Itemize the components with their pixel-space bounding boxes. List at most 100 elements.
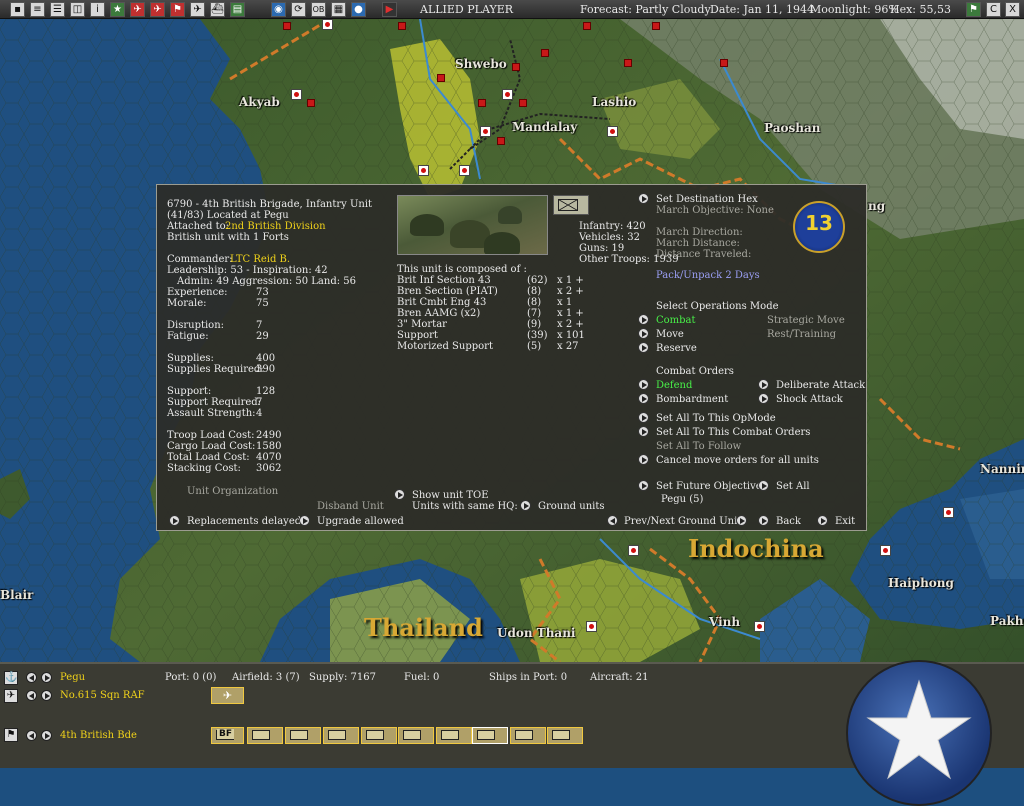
pause-icon[interactable]: ● <box>351 2 366 17</box>
next-base-arrow-icon[interactable] <box>41 672 52 683</box>
exit-button[interactable]: Exit <box>835 516 855 527</box>
set-destination-button[interactable]: Set Destination Hex <box>656 194 758 205</box>
composition-item[interactable]: Motorized Support <box>397 341 493 352</box>
intel-icon[interactable]: ◫ <box>70 2 85 17</box>
base-marker[interactable] <box>607 126 618 137</box>
air-unit-counter-icon[interactable]: ✈ <box>211 687 244 704</box>
map-label-paoshan[interactable]: Paoshan <box>764 121 820 135</box>
ground-units-button[interactable]: Ground units <box>538 501 604 512</box>
unit-marker[interactable] <box>624 59 632 67</box>
base-marker[interactable] <box>502 89 513 100</box>
base-marker[interactable] <box>943 507 954 518</box>
set-all-combat-orders-button[interactable]: Set All To This Combat Orders <box>656 427 810 438</box>
set-future-objective-button[interactable]: Set Future Objective <box>656 481 762 492</box>
next-unit-arrow-icon[interactable] <box>736 515 747 526</box>
air-unit-name[interactable]: No.615 Sqn RAF <box>60 690 145 701</box>
map-label-akyab[interactable]: Akyab <box>239 95 280 109</box>
unit-marker[interactable] <box>283 22 291 30</box>
combat-mode-arrow-icon[interactable] <box>638 314 649 325</box>
upgrade-toggle[interactable]: Upgrade allowed <box>317 516 404 527</box>
move-mode-arrow-icon[interactable] <box>638 328 649 339</box>
aircraft-icon[interactable]: ✈ <box>4 689 18 703</box>
fleet-icon[interactable]: ✈ <box>150 2 165 17</box>
ground-unit-name[interactable]: 4th British Bde <box>60 730 137 741</box>
show-toe-arrow-icon[interactable] <box>394 489 405 500</box>
composition-item[interactable]: 3" Mortar <box>397 319 447 330</box>
unit-marker[interactable] <box>519 99 527 107</box>
unit-marker[interactable] <box>720 59 728 67</box>
defend-arrow-icon[interactable] <box>638 379 649 390</box>
base-name[interactable]: Pegu <box>60 672 85 683</box>
order-shock-attack[interactable]: Shock Attack <box>776 394 843 405</box>
base-marker[interactable] <box>480 126 491 137</box>
destination-arrow-icon[interactable] <box>638 193 649 204</box>
prev-next-unit-button[interactable]: Prev/Next Ground Unit <box>624 516 741 527</box>
reserve-mode-arrow-icon[interactable] <box>638 342 649 353</box>
base-marker[interactable] <box>754 621 765 632</box>
show-toe-button[interactable]: Show unit TOE <box>412 490 489 501</box>
unit-counter[interactable] <box>436 727 472 744</box>
map-label-lashio[interactable]: Lashio <box>592 95 636 109</box>
plane-icon[interactable]: ✈ <box>190 2 205 17</box>
prev-air-unit-arrow-icon[interactable] <box>26 690 37 701</box>
cancel-move-arrow-icon[interactable] <box>638 454 649 465</box>
replacements-arrow-icon[interactable] <box>169 515 180 526</box>
order-bombardment[interactable]: Bombardment <box>656 394 728 405</box>
ob-icon[interactable]: OB <box>311 2 326 17</box>
base-marker[interactable] <box>628 545 639 556</box>
commander-link[interactable]: LTC Reid B. <box>230 254 290 265</box>
base-marker[interactable] <box>880 545 891 556</box>
composition-item[interactable]: Bren AAMG (x2) <box>397 308 480 319</box>
map-label-nanning[interactable]: Nanning <box>980 462 1024 476</box>
unit-marker[interactable] <box>512 63 520 71</box>
map-label-indochina[interactable]: Indochina <box>688 534 824 563</box>
deliberate-arrow-icon[interactable] <box>758 379 769 390</box>
unit-counter[interactable] <box>323 727 359 744</box>
ship-icon[interactable]: ⛴ <box>210 2 225 17</box>
flag-icon[interactable]: ⚑ <box>170 2 185 17</box>
next-ground-unit-arrow-icon[interactable] <box>41 730 52 741</box>
prev-unit-arrow-icon[interactable] <box>607 515 618 526</box>
ops-rest-training[interactable]: Rest/Training <box>767 329 836 340</box>
map-label-udon-thani[interactable]: Udon Thani <box>497 626 575 640</box>
c-button[interactable]: C <box>986 2 1001 17</box>
keyboard-icon[interactable]: ▦ <box>331 2 346 17</box>
base-marker[interactable] <box>322 19 333 30</box>
map-label-mandalay[interactable]: Mandalay <box>512 120 577 134</box>
refresh-icon[interactable]: ⟳ <box>291 2 306 17</box>
ops-reserve[interactable]: Reserve <box>656 343 697 354</box>
flag-toggle-icon[interactable]: ⚑ <box>966 2 981 17</box>
save-icon[interactable]: ▪ <box>10 2 25 17</box>
order-deliberate-attack[interactable]: Deliberate Attack <box>776 380 865 391</box>
ground-flag-icon[interactable]: ⚑ <box>4 728 18 742</box>
cancel-move-orders-button[interactable]: Cancel move orders for all units <box>656 455 819 466</box>
play-icon[interactable]: ▶ <box>382 2 397 17</box>
prev-ground-unit-arrow-icon[interactable] <box>26 730 37 741</box>
future-objective-arrow-icon[interactable] <box>638 480 649 491</box>
ops-strategic-move[interactable]: Strategic Move <box>767 315 845 326</box>
unit-organization-button[interactable]: Unit Organization <box>187 486 278 497</box>
unit-marker[interactable] <box>307 99 315 107</box>
unit-marker[interactable] <box>541 49 549 57</box>
composition-item[interactable]: Brit Cmbt Eng 43 <box>397 297 486 308</box>
ops-combat[interactable]: Combat <box>656 315 696 326</box>
unit-counter[interactable] <box>361 727 397 744</box>
set-combat-arrow-icon[interactable] <box>638 426 649 437</box>
map-label-thailand[interactable]: Thailand <box>364 613 483 642</box>
back-button[interactable]: Back <box>776 516 801 527</box>
globe-icon[interactable]: ◉ <box>271 2 286 17</box>
set-all-arrow-icon[interactable] <box>758 480 769 491</box>
bombardment-arrow-icon[interactable] <box>638 393 649 404</box>
unit-counter-bf[interactable]: BF <box>211 727 244 744</box>
unit-counter[interactable] <box>510 727 546 744</box>
close-button[interactable]: X <box>1005 2 1020 17</box>
map-label-pakhoi[interactable]: Pakho <box>990 614 1024 628</box>
composition-item[interactable]: Brit Inf Section 43 <box>397 275 491 286</box>
shock-arrow-icon[interactable] <box>758 393 769 404</box>
star-icon[interactable]: ★ <box>110 2 125 17</box>
composition-item[interactable]: Bren Section (PIAT) <box>397 286 498 297</box>
set-opmode-arrow-icon[interactable] <box>638 412 649 423</box>
info-icon[interactable]: i <box>90 2 105 17</box>
set-all-button[interactable]: Set All <box>776 481 810 492</box>
ops-move[interactable]: Move <box>656 329 684 340</box>
